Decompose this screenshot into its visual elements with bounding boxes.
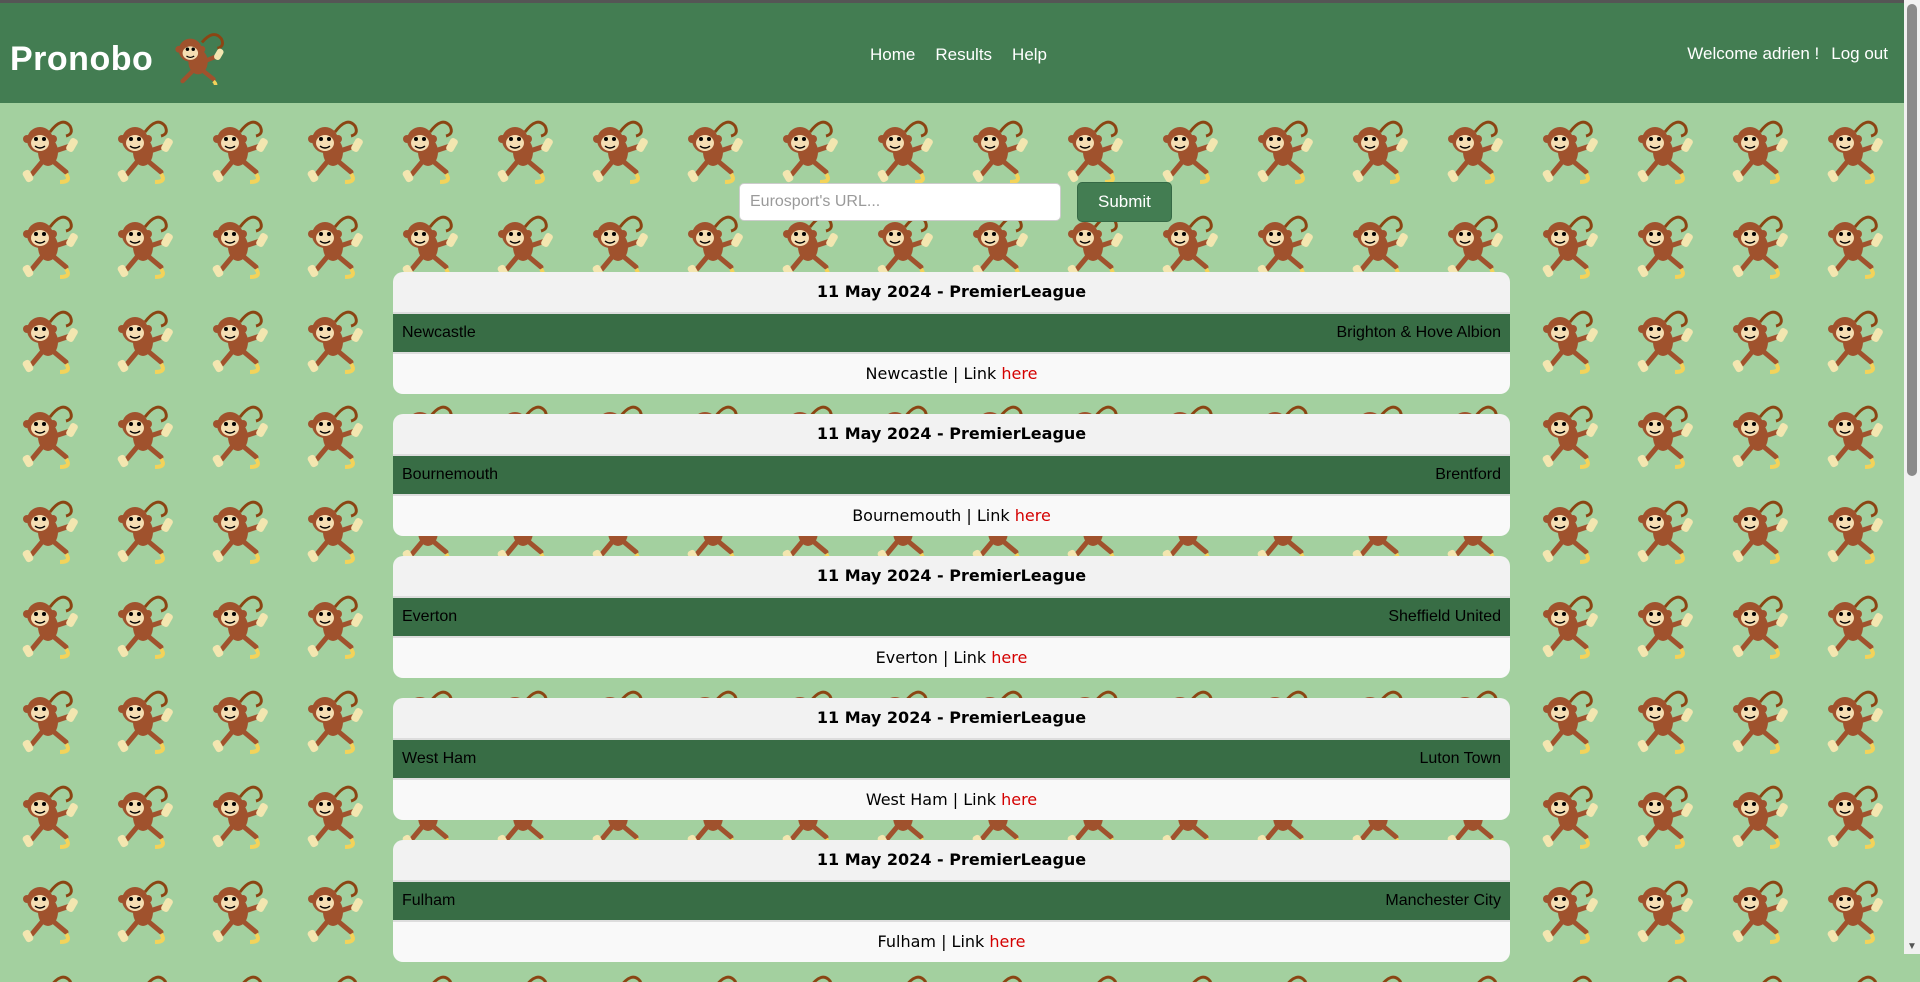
home-team: Fulham xyxy=(402,892,456,909)
user-area: Welcome adrien ! Log out xyxy=(1687,44,1888,64)
match-link-label: Bournemouth | Link xyxy=(852,506,1010,525)
match-title: 11 May 2024 - PremierLeague xyxy=(393,698,1510,740)
url-search-form: Submit xyxy=(739,182,1172,222)
nav-help-link[interactable]: Help xyxy=(1012,45,1047,65)
match-card: 11 May 2024 - PremierLeague Fulham Manch… xyxy=(393,840,1510,962)
match-title: 11 May 2024 - PremierLeague xyxy=(393,272,1510,314)
scrollbar-thumb[interactable] xyxy=(1907,4,1917,476)
away-team: Brighton & Hove Albion xyxy=(1336,324,1501,341)
match-link-label: Everton | Link xyxy=(875,648,987,667)
match-link-label: West Ham | Link xyxy=(865,790,996,809)
main-nav: Home Results Help xyxy=(870,45,1047,65)
match-link-row: West Ham | Link here xyxy=(393,778,1510,820)
brand[interactable]: Pronobo xyxy=(10,33,229,85)
top-navbar: Pronobo Home Results Help Welcome adrien… xyxy=(0,3,1904,103)
match-link[interactable]: here xyxy=(1001,790,1037,809)
match-card: 11 May 2024 - PremierLeague West Ham Lut… xyxy=(393,698,1510,820)
match-link-label: Newcastle | Link xyxy=(865,364,997,383)
monkey-logo-icon xyxy=(175,33,225,85)
logout-link[interactable]: Log out xyxy=(1831,44,1888,64)
match-card: 11 May 2024 - PremierLeague Newcastle Br… xyxy=(393,272,1510,394)
match-teams: Bournemouth Brentford xyxy=(393,456,1510,494)
match-teams: Everton Sheffield United xyxy=(393,598,1510,636)
welcome-text: Welcome adrien ! xyxy=(1687,44,1820,63)
match-link[interactable]: here xyxy=(1001,364,1037,383)
nav-results-link[interactable]: Results xyxy=(935,45,992,65)
away-team: Sheffield United xyxy=(1388,608,1501,625)
eurosport-url-input[interactable] xyxy=(739,183,1061,221)
match-link[interactable]: here xyxy=(991,648,1027,667)
match-title: 11 May 2024 - PremierLeague xyxy=(393,414,1510,456)
away-team: Luton Town xyxy=(1419,750,1501,767)
match-list: 11 May 2024 - PremierLeague Newcastle Br… xyxy=(393,272,1510,982)
match-link-row: Newcastle | Link here xyxy=(393,352,1510,394)
match-teams: Newcastle Brighton & Hove Albion xyxy=(393,314,1510,352)
home-team: Everton xyxy=(402,608,458,625)
match-link[interactable]: here xyxy=(989,932,1025,951)
match-title: 11 May 2024 - PremierLeague xyxy=(393,840,1510,882)
match-link-label: Fulham | Link xyxy=(877,932,985,951)
nav-home-link[interactable]: Home xyxy=(870,45,915,65)
vertical-scrollbar[interactable]: ▼ xyxy=(1904,0,1920,954)
match-link-row: Everton | Link here xyxy=(393,636,1510,678)
match-card: 11 May 2024 - PremierLeague Everton Shef… xyxy=(393,556,1510,678)
home-team: West Ham xyxy=(402,750,477,767)
away-team: Brentford xyxy=(1435,466,1501,483)
match-teams: Fulham Manchester City xyxy=(393,882,1510,920)
away-team: Manchester City xyxy=(1385,892,1501,909)
home-team: Newcastle xyxy=(402,324,476,341)
match-card: 11 May 2024 - PremierLeague Bournemouth … xyxy=(393,414,1510,536)
scroll-down-arrow-icon[interactable]: ▼ xyxy=(1907,941,1917,952)
brand-name[interactable]: Pronobo xyxy=(10,40,153,79)
match-link[interactable]: here xyxy=(1015,506,1051,525)
submit-button[interactable]: Submit xyxy=(1077,182,1172,222)
home-team: Bournemouth xyxy=(402,466,499,483)
match-title: 11 May 2024 - PremierLeague xyxy=(393,556,1510,598)
match-link-row: Fulham | Link here xyxy=(393,920,1510,962)
match-link-row: Bournemouth | Link here xyxy=(393,494,1510,536)
match-teams: West Ham Luton Town xyxy=(393,740,1510,778)
